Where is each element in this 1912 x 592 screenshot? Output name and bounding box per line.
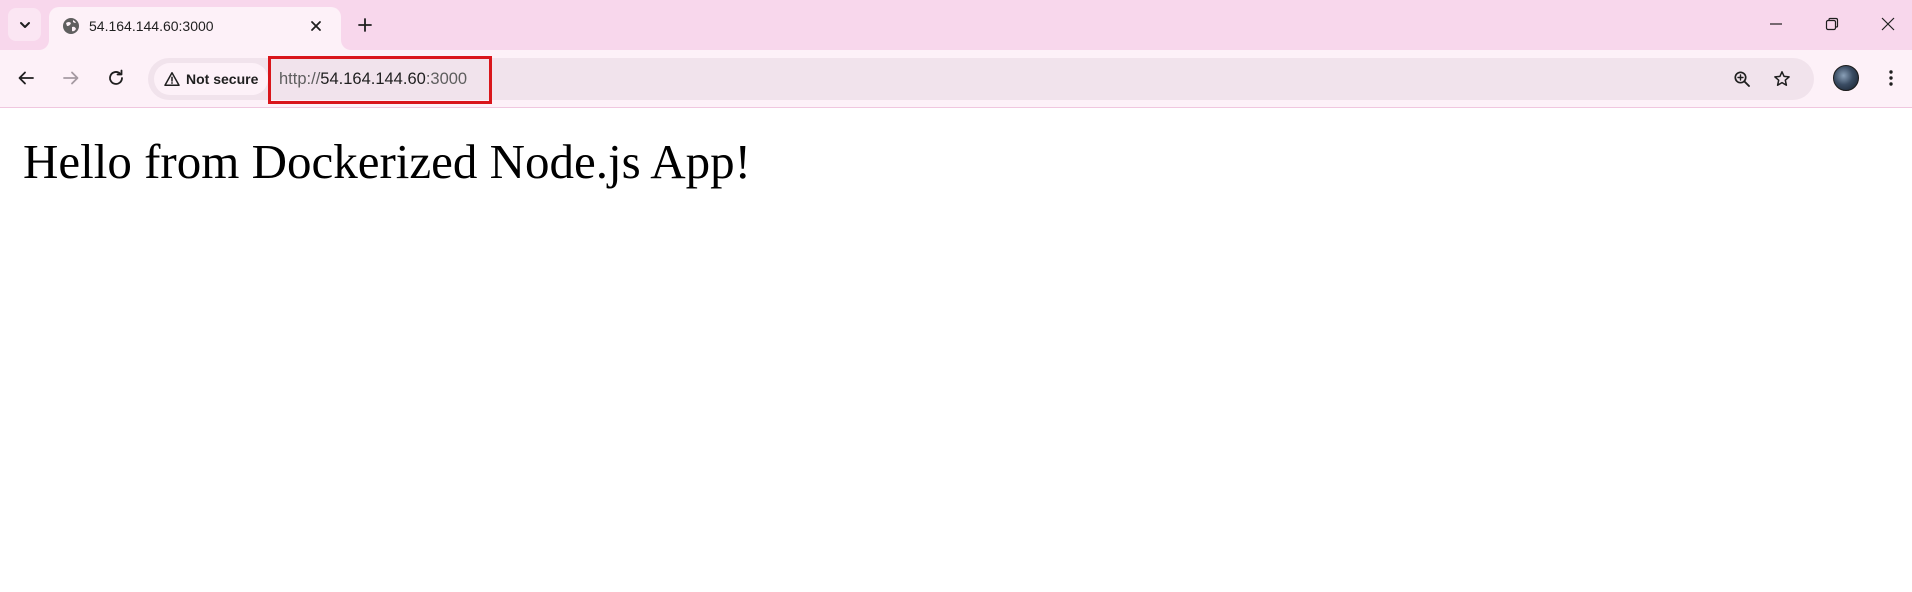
- tab-title: 54.164.144.60:3000: [89, 18, 214, 34]
- zoom-icon: [1734, 71, 1750, 87]
- restore-button[interactable]: [1804, 0, 1860, 48]
- close-icon: [311, 21, 321, 31]
- url-highlight-box: [268, 56, 492, 104]
- globe-icon: [63, 18, 79, 34]
- kebab-menu-icon: [1889, 70, 1893, 86]
- minimize-icon: [1770, 23, 1782, 25]
- plus-icon: [358, 18, 372, 32]
- forward-button[interactable]: [54, 61, 88, 95]
- close-window-button[interactable]: [1860, 0, 1912, 48]
- page-heading: Hello from Dockerized Node.js App!: [23, 134, 751, 189]
- back-arrow-icon: [18, 71, 34, 85]
- site-info-chip[interactable]: Not secure: [154, 63, 268, 95]
- zoom-button[interactable]: [1728, 65, 1756, 93]
- browser-menu-button[interactable]: [1878, 61, 1904, 95]
- tab-close-button[interactable]: [305, 15, 327, 37]
- reload-icon: [109, 69, 123, 85]
- warning-icon: [164, 72, 180, 86]
- tab-search-button[interactable]: [8, 8, 41, 41]
- not-secure-label: Not secure: [186, 71, 259, 87]
- close-window-icon: [1881, 17, 1895, 31]
- profile-avatar[interactable]: [1833, 65, 1859, 91]
- new-tab-button[interactable]: [350, 10, 380, 40]
- bookmark-button[interactable]: [1768, 65, 1796, 93]
- star-icon: [1774, 71, 1790, 86]
- forward-arrow-icon: [63, 71, 79, 85]
- restore-icon: [1825, 17, 1839, 31]
- reload-button[interactable]: [99, 61, 133, 95]
- tab-strip: 54.164.144.60:3000: [0, 0, 1912, 50]
- browser-toolbar: Not secure http://54.164.144.60:3000: [0, 50, 1912, 108]
- back-button[interactable]: [9, 61, 43, 95]
- chevron-down-icon: [19, 21, 30, 28]
- address-bar[interactable]: Not secure http://54.164.144.60:3000: [148, 56, 1814, 104]
- page-viewport: Hello from Dockerized Node.js App!: [0, 109, 1912, 592]
- active-tab[interactable]: 54.164.144.60:3000: [49, 7, 341, 50]
- minimize-button[interactable]: [1748, 0, 1804, 48]
